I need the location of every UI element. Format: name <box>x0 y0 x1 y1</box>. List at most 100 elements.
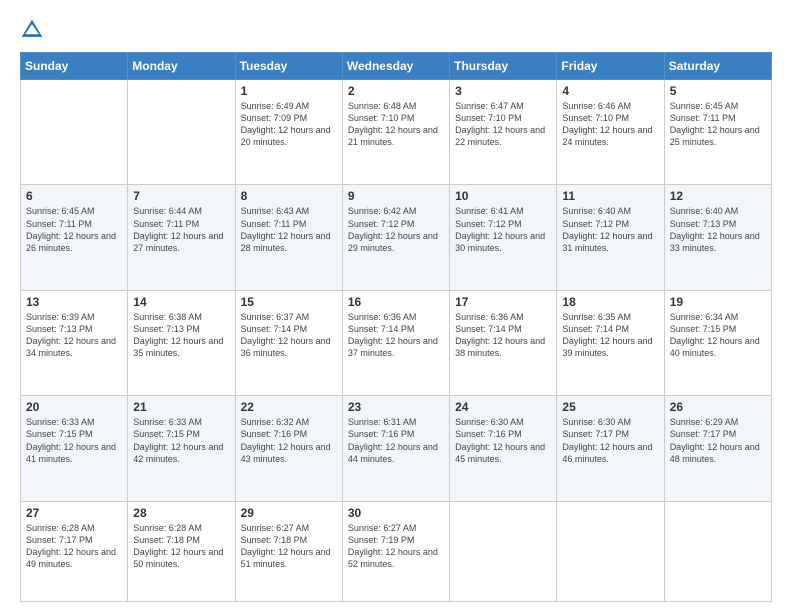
cell-info: Sunrise: 6:32 AM Sunset: 7:16 PM Dayligh… <box>241 416 337 465</box>
day-number: 16 <box>348 295 444 309</box>
cell-info: Sunrise: 6:44 AM Sunset: 7:11 PM Dayligh… <box>133 205 229 254</box>
calendar-cell: 22 Sunrise: 6:32 AM Sunset: 7:16 PM Dayli… <box>235 396 342 501</box>
calendar-cell: 26Sunrise: 6:29 AM Sunset: 7:17 PM Dayli… <box>664 396 771 501</box>
cell-info: Sunrise: 6:36 AM Sunset: 7:14 PM Dayligh… <box>455 311 551 360</box>
day-number: 14 <box>133 295 229 309</box>
day-header: Sunday <box>21 53 128 80</box>
cell-info: Sunrise: 6:47 AM Sunset: 7:10 PM Dayligh… <box>455 100 551 149</box>
calendar-cell: 16 Sunrise: 6:36 AM Sunset: 7:14 PM Dayli… <box>342 290 449 395</box>
cell-info: Sunrise: 6:28 AM Sunset: 7:17 PM Dayligh… <box>26 522 122 571</box>
day-number: 23 <box>348 400 444 414</box>
calendar-cell <box>21 80 128 185</box>
calendar-cell: 9 Sunrise: 6:42 AM Sunset: 7:12 PM Daylig… <box>342 185 449 290</box>
day-number: 28 <box>133 506 229 520</box>
cell-info: Sunrise: 6:33 AM Sunset: 7:15 PM Dayligh… <box>26 416 122 465</box>
day-number: 7 <box>133 189 229 203</box>
calendar-cell: 5Sunrise: 6:45 AM Sunset: 7:11 PM Daylig… <box>664 80 771 185</box>
day-number: 30 <box>348 506 444 520</box>
calendar-cell <box>128 80 235 185</box>
calendar-cell: 12Sunrise: 6:40 AM Sunset: 7:13 PM Dayli… <box>664 185 771 290</box>
calendar-week-row: 20 Sunrise: 6:33 AM Sunset: 7:15 PM Dayli… <box>21 396 772 501</box>
calendar-week-row: 6 Sunrise: 6:45 AM Sunset: 7:11 PM Daylig… <box>21 185 772 290</box>
cell-info: Sunrise: 6:41 AM Sunset: 7:12 PM Dayligh… <box>455 205 551 254</box>
calendar-cell: 4 Sunrise: 6:46 AM Sunset: 7:10 PM Daylig… <box>557 80 664 185</box>
day-header: Wednesday <box>342 53 449 80</box>
day-number: 4 <box>562 84 658 98</box>
cell-info: Sunrise: 6:28 AM Sunset: 7:18 PM Dayligh… <box>133 522 229 571</box>
calendar-week-row: 1 Sunrise: 6:49 AM Sunset: 7:09 PM Daylig… <box>21 80 772 185</box>
calendar-header-row: SundayMondayTuesdayWednesdayThursdayFrid… <box>21 53 772 80</box>
day-number: 8 <box>241 189 337 203</box>
calendar-cell: 18 Sunrise: 6:35 AM Sunset: 7:14 PM Dayli… <box>557 290 664 395</box>
day-number: 9 <box>348 189 444 203</box>
calendar-cell <box>557 501 664 601</box>
day-number: 19 <box>670 295 766 309</box>
header <box>20 18 772 42</box>
cell-info: Sunrise: 6:36 AM Sunset: 7:14 PM Dayligh… <box>348 311 444 360</box>
day-header: Thursday <box>450 53 557 80</box>
calendar-cell: 13Sunrise: 6:39 AM Sunset: 7:13 PM Dayli… <box>21 290 128 395</box>
calendar-cell: 15 Sunrise: 6:37 AM Sunset: 7:14 PM Dayli… <box>235 290 342 395</box>
cell-info: Sunrise: 6:39 AM Sunset: 7:13 PM Dayligh… <box>26 311 122 360</box>
day-number: 6 <box>26 189 122 203</box>
calendar-cell: 19 Sunrise: 6:34 AM Sunset: 7:15 PM Dayli… <box>664 290 771 395</box>
day-header: Tuesday <box>235 53 342 80</box>
day-header: Friday <box>557 53 664 80</box>
day-number: 15 <box>241 295 337 309</box>
calendar-week-row: 13Sunrise: 6:39 AM Sunset: 7:13 PM Dayli… <box>21 290 772 395</box>
calendar-cell: 25 Sunrise: 6:30 AM Sunset: 7:17 PM Dayli… <box>557 396 664 501</box>
cell-info: Sunrise: 6:30 AM Sunset: 7:17 PM Dayligh… <box>562 416 658 465</box>
calendar: SundayMondayTuesdayWednesdayThursdayFrid… <box>20 52 772 602</box>
day-number: 22 <box>241 400 337 414</box>
day-number: 10 <box>455 189 551 203</box>
cell-info: Sunrise: 6:30 AM Sunset: 7:16 PM Dayligh… <box>455 416 551 465</box>
calendar-cell: 17 Sunrise: 6:36 AM Sunset: 7:14 PM Dayli… <box>450 290 557 395</box>
day-number: 29 <box>241 506 337 520</box>
day-number: 18 <box>562 295 658 309</box>
logo <box>20 18 48 42</box>
cell-info: Sunrise: 6:40 AM Sunset: 7:13 PM Dayligh… <box>670 205 766 254</box>
cell-info: Sunrise: 6:40 AM Sunset: 7:12 PM Dayligh… <box>562 205 658 254</box>
cell-info: Sunrise: 6:33 AM Sunset: 7:15 PM Dayligh… <box>133 416 229 465</box>
cell-info: Sunrise: 6:45 AM Sunset: 7:11 PM Dayligh… <box>26 205 122 254</box>
day-number: 24 <box>455 400 551 414</box>
calendar-cell: 6 Sunrise: 6:45 AM Sunset: 7:11 PM Daylig… <box>21 185 128 290</box>
day-number: 25 <box>562 400 658 414</box>
day-number: 26 <box>670 400 766 414</box>
calendar-cell: 24 Sunrise: 6:30 AM Sunset: 7:16 PM Dayli… <box>450 396 557 501</box>
day-number: 17 <box>455 295 551 309</box>
day-header: Monday <box>128 53 235 80</box>
calendar-cell: 27Sunrise: 6:28 AM Sunset: 7:17 PM Dayli… <box>21 501 128 601</box>
calendar-cell: 1 Sunrise: 6:49 AM Sunset: 7:09 PM Daylig… <box>235 80 342 185</box>
cell-info: Sunrise: 6:43 AM Sunset: 7:11 PM Dayligh… <box>241 205 337 254</box>
calendar-cell: 11 Sunrise: 6:40 AM Sunset: 7:12 PM Dayli… <box>557 185 664 290</box>
calendar-cell <box>664 501 771 601</box>
calendar-cell <box>450 501 557 601</box>
logo-icon <box>20 18 44 42</box>
calendar-cell: 7 Sunrise: 6:44 AM Sunset: 7:11 PM Daylig… <box>128 185 235 290</box>
day-number: 20 <box>26 400 122 414</box>
calendar-cell: 3 Sunrise: 6:47 AM Sunset: 7:10 PM Daylig… <box>450 80 557 185</box>
cell-info: Sunrise: 6:38 AM Sunset: 7:13 PM Dayligh… <box>133 311 229 360</box>
day-header: Saturday <box>664 53 771 80</box>
cell-info: Sunrise: 6:49 AM Sunset: 7:09 PM Dayligh… <box>241 100 337 149</box>
calendar-cell: 29Sunrise: 6:27 AM Sunset: 7:18 PM Dayli… <box>235 501 342 601</box>
cell-info: Sunrise: 6:37 AM Sunset: 7:14 PM Dayligh… <box>241 311 337 360</box>
cell-info: Sunrise: 6:27 AM Sunset: 7:19 PM Dayligh… <box>348 522 444 571</box>
page: SundayMondayTuesdayWednesdayThursdayFrid… <box>0 0 792 612</box>
day-number: 3 <box>455 84 551 98</box>
day-number: 1 <box>241 84 337 98</box>
calendar-cell: 30 Sunrise: 6:27 AM Sunset: 7:19 PM Dayli… <box>342 501 449 601</box>
calendar-cell: 21 Sunrise: 6:33 AM Sunset: 7:15 PM Dayli… <box>128 396 235 501</box>
day-number: 21 <box>133 400 229 414</box>
cell-info: Sunrise: 6:45 AM Sunset: 7:11 PM Dayligh… <box>670 100 766 149</box>
calendar-cell: 2Sunrise: 6:48 AM Sunset: 7:10 PM Daylig… <box>342 80 449 185</box>
day-number: 2 <box>348 84 444 98</box>
calendar-week-row: 27Sunrise: 6:28 AM Sunset: 7:17 PM Dayli… <box>21 501 772 601</box>
cell-info: Sunrise: 6:34 AM Sunset: 7:15 PM Dayligh… <box>670 311 766 360</box>
calendar-cell: 28 Sunrise: 6:28 AM Sunset: 7:18 PM Dayli… <box>128 501 235 601</box>
cell-info: Sunrise: 6:42 AM Sunset: 7:12 PM Dayligh… <box>348 205 444 254</box>
cell-info: Sunrise: 6:46 AM Sunset: 7:10 PM Dayligh… <box>562 100 658 149</box>
cell-info: Sunrise: 6:35 AM Sunset: 7:14 PM Dayligh… <box>562 311 658 360</box>
day-number: 11 <box>562 189 658 203</box>
